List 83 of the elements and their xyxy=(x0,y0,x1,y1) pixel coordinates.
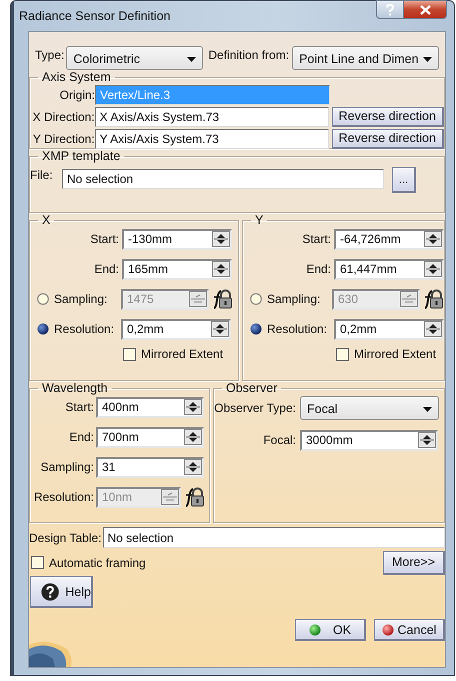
checkbox[interactable] xyxy=(31,556,44,569)
spin-field[interactable]: 0,2mm xyxy=(121,318,231,340)
field-label: End: xyxy=(93,262,120,276)
spinner-arrows-icon[interactable] xyxy=(212,261,230,277)
ok-button[interactable]: OK xyxy=(295,619,366,641)
field-label: End: xyxy=(305,262,332,276)
close-button[interactable] xyxy=(403,0,447,19)
caret-icon xyxy=(423,56,432,62)
caret-icon xyxy=(423,406,432,412)
group-title: Observer xyxy=(225,381,278,395)
field-label: Focal: xyxy=(262,433,297,447)
spinner-arrows-icon[interactable] xyxy=(184,459,202,475)
spin-field[interactable]: 400nm xyxy=(96,396,204,418)
browse-button[interactable]: ... xyxy=(392,167,416,193)
spin-field[interactable]: 165mm xyxy=(122,258,232,280)
group-title: X xyxy=(41,213,52,227)
design-table-field[interactable]: No selection xyxy=(102,527,445,548)
field-label: Sampling: xyxy=(54,292,108,306)
dropdown[interactable]: Colorimetric xyxy=(66,46,204,70)
reverse-direction-button[interactable]: Reverse direction xyxy=(332,128,444,148)
spin-field[interactable]: 3000mm xyxy=(300,430,438,450)
checkbox-label: Mirrored Extent xyxy=(141,347,224,361)
spinner-arrows-icon[interactable] xyxy=(212,231,230,247)
spinner-arrows-icon[interactable] xyxy=(418,432,436,448)
radio-button[interactable] xyxy=(250,323,262,335)
field-label: Sampling: xyxy=(40,460,95,474)
spin-field[interactable]: -64,726mm xyxy=(334,228,444,250)
field-label: Resolution: xyxy=(54,322,116,336)
field-label: Type: xyxy=(35,48,64,62)
field-label: Design Table: xyxy=(29,530,102,544)
dropdown[interactable]: Point Line and Dimen xyxy=(292,46,440,70)
field-label: Observer Type: xyxy=(213,401,297,415)
field-label: Sampling: xyxy=(267,292,322,306)
lock-icon[interactable] xyxy=(211,288,233,310)
help-button[interactable]: Help xyxy=(30,576,93,608)
question-mark-icon xyxy=(41,582,60,602)
radio-button[interactable] xyxy=(37,323,49,335)
reverse-direction-button[interactable]: Reverse direction xyxy=(332,106,444,126)
spinner-arrows-icon[interactable] xyxy=(184,429,202,445)
field-label: Y Direction: xyxy=(32,132,95,146)
field-label: File: xyxy=(30,168,54,182)
group-title: XMP template xyxy=(41,149,122,163)
group-title: Wavelength xyxy=(41,381,109,395)
spin-field[interactable]: 700nm xyxy=(96,426,204,448)
group-title: Y xyxy=(254,213,264,227)
spinner-arrows-icon[interactable] xyxy=(184,399,202,415)
selection-field[interactable]: Y Axis/Axis System.73 xyxy=(94,128,329,148)
checkbox[interactable] xyxy=(123,348,136,360)
spin-field[interactable]: -130mm xyxy=(122,228,232,250)
field-label: Definition from: xyxy=(208,48,290,62)
field-label: End: xyxy=(68,430,95,444)
lock-icon[interactable] xyxy=(183,486,205,508)
field-label: Start: xyxy=(301,232,332,246)
more-button[interactable]: More>> xyxy=(383,550,445,574)
caret-icon xyxy=(187,56,196,62)
field-label: X Direction: xyxy=(32,110,95,124)
help-button[interactable] xyxy=(376,0,404,19)
lock-icon[interactable] xyxy=(422,288,444,310)
dropdown[interactable]: Focal xyxy=(300,396,439,420)
spin-field[interactable]: 0,2mm xyxy=(334,318,444,340)
spinner-arrows-icon[interactable] xyxy=(424,231,442,247)
checkbox-label: Automatic framing xyxy=(49,556,146,570)
dot-icon xyxy=(382,624,394,636)
group-title: Axis System xyxy=(41,70,112,84)
spin-field[interactable]: 31 xyxy=(96,456,204,478)
field-label: Start: xyxy=(89,232,120,246)
field-label: Resolution: xyxy=(32,490,95,504)
close-icon xyxy=(420,4,430,14)
checkbox-label: Mirrored Extent xyxy=(354,347,436,361)
file-field[interactable]: No selection xyxy=(62,169,384,189)
dot-icon xyxy=(308,624,321,636)
spinner-arrows-icon[interactable] xyxy=(424,261,442,277)
field-label: Start: xyxy=(64,400,95,414)
field-label: Resolution: xyxy=(267,322,328,336)
spin-field[interactable]: 61,447mm xyxy=(334,258,444,280)
question-mark-icon xyxy=(386,4,394,16)
spinner-arrows-icon[interactable] xyxy=(424,321,442,337)
spinner-arrows-icon[interactable] xyxy=(211,321,229,337)
field-label: Origin: xyxy=(58,88,95,102)
window-title: Radiance Sensor Definition xyxy=(19,9,170,23)
checkbox[interactable] xyxy=(336,348,349,360)
selection-field[interactable]: X Axis/Axis System.73 xyxy=(94,106,329,126)
cancel-button[interactable]: Cancel xyxy=(374,619,445,641)
